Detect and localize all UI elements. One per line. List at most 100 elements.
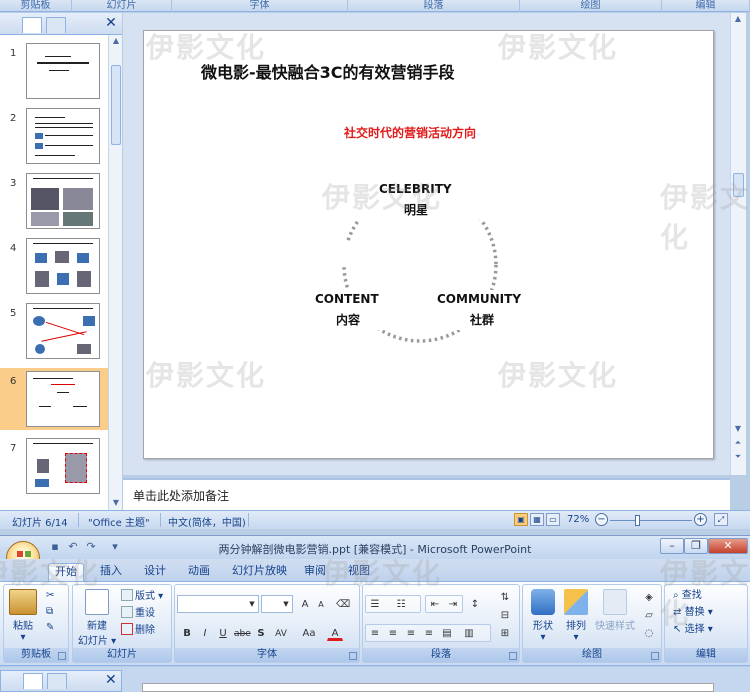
zoom-in-icon[interactable]: + bbox=[694, 513, 707, 526]
shrink-font-icon[interactable]: A bbox=[313, 596, 329, 612]
delete-slide-button[interactable]: 删除 bbox=[121, 623, 155, 637]
tab-outline-icon[interactable] bbox=[47, 673, 67, 689]
paste-button[interactable]: 粘贴 ▾ bbox=[8, 589, 38, 643]
tab-review[interactable]: 审阅 bbox=[298, 563, 332, 581]
font-name-combobox[interactable]: ▼ bbox=[177, 595, 259, 613]
restore-icon[interactable]: ❐ bbox=[684, 538, 708, 554]
quick-styles-button[interactable]: 快速样式 bbox=[593, 589, 637, 632]
scroll-down-icon[interactable]: ▼ bbox=[732, 423, 744, 435]
find-button[interactable]: ⌕ 查找 bbox=[673, 589, 702, 603]
next-slide-icon[interactable]: ⏷ bbox=[732, 451, 744, 463]
decrease-indent-icon[interactable]: ⇤ bbox=[427, 596, 443, 612]
replace-button[interactable]: ⇄ 替换 ▾ bbox=[673, 606, 713, 620]
tab-view[interactable]: 视图 bbox=[342, 563, 376, 581]
close-icon[interactable]: ✕ bbox=[105, 672, 117, 688]
justify-icon[interactable]: ≡ bbox=[421, 625, 437, 641]
slide-thumbnail-1[interactable]: 1 bbox=[0, 40, 108, 102]
char-spacing-icon[interactable]: AV bbox=[273, 625, 289, 641]
dialog-launcher-icon[interactable] bbox=[58, 652, 66, 660]
columns-icon[interactable]: ▥ bbox=[461, 625, 477, 641]
minimize-icon[interactable]: – bbox=[660, 538, 684, 554]
format-painter-icon[interactable]: ✎ bbox=[46, 621, 54, 635]
strikethrough-icon[interactable]: abe bbox=[233, 625, 251, 641]
dialog-launcher-icon[interactable] bbox=[509, 652, 517, 660]
slide-thumbnail-3[interactable]: 3 bbox=[0, 170, 108, 232]
slide-thumbnail-5[interactable]: 5 bbox=[0, 300, 108, 362]
tab-insert[interactable]: 插入 bbox=[94, 563, 128, 581]
zoom-slider[interactable] bbox=[610, 520, 692, 521]
font-size-combobox[interactable]: ▼ bbox=[261, 595, 293, 613]
align-left-icon[interactable]: ≡ bbox=[367, 625, 383, 641]
zoom-slider-thumb[interactable] bbox=[635, 515, 640, 526]
tab-design[interactable]: 设计 bbox=[138, 563, 172, 581]
change-case-icon[interactable]: Aa bbox=[301, 625, 317, 641]
theme-name[interactable]: "Office 主题" bbox=[88, 514, 150, 529]
community-label[interactable]: COMMUNITY bbox=[437, 292, 521, 306]
clear-format-icon[interactable]: ⌫ bbox=[335, 596, 351, 612]
copy-icon[interactable]: ⧉ bbox=[46, 605, 53, 619]
tab-slides-icon[interactable] bbox=[23, 673, 43, 689]
slide-thumbnail-6[interactable]: 6 bbox=[0, 368, 108, 430]
align-center-icon[interactable]: ≡ bbox=[385, 625, 401, 641]
shape-outline-icon[interactable]: ▱ bbox=[641, 607, 657, 623]
language-status[interactable]: 中文(简体，中国) bbox=[168, 514, 246, 529]
distributed-icon[interactable]: ▤ bbox=[439, 625, 455, 641]
close-icon[interactable]: ✕ bbox=[104, 15, 118, 31]
increase-indent-icon[interactable]: ⇥ bbox=[445, 596, 461, 612]
scroll-up-icon[interactable]: ▲ bbox=[110, 35, 122, 47]
shape-effects-icon[interactable]: ◌ bbox=[641, 625, 657, 641]
text-direction-icon[interactable]: ⇅ bbox=[497, 589, 513, 605]
slide-sorter-icon[interactable]: ▦ bbox=[530, 513, 544, 526]
new-slide-button[interactable]: 新建 幻灯片 ▾ bbox=[77, 589, 117, 647]
italic-icon[interactable]: I bbox=[197, 625, 213, 641]
grow-font-icon[interactable]: A bbox=[297, 596, 313, 612]
celebrity-label[interactable]: CELEBRITY bbox=[379, 182, 452, 196]
tab-slides-icon[interactable] bbox=[22, 17, 42, 33]
bullets-icon[interactable]: ☰ bbox=[367, 596, 383, 612]
slide-scrollbar[interactable]: ▲ ▼ ⏶ ⏷ bbox=[730, 13, 746, 475]
community-cn-label[interactable]: 社群 bbox=[470, 311, 494, 328]
tab-home[interactable]: 开始 bbox=[48, 563, 84, 581]
slide-thumbnail-7[interactable]: 7 bbox=[0, 435, 108, 497]
close-window-icon[interactable]: ✕ bbox=[708, 538, 748, 554]
dialog-launcher-icon[interactable] bbox=[349, 652, 357, 660]
slide-thumbnail-4[interactable]: 4 bbox=[0, 235, 108, 297]
scroll-thumb[interactable] bbox=[111, 65, 121, 145]
notes-pane[interactable]: 单击此处添加备注 bbox=[123, 478, 730, 510]
fit-to-window-icon[interactable]: ⤢ bbox=[714, 513, 728, 526]
zoom-level[interactable]: 72% bbox=[567, 514, 589, 525]
bold-icon[interactable]: B bbox=[179, 625, 195, 641]
scroll-thumb[interactable] bbox=[733, 173, 744, 197]
content-cn-label[interactable]: 内容 bbox=[336, 311, 360, 328]
celebrity-cn-label[interactable]: 明星 bbox=[404, 201, 428, 218]
align-right-icon[interactable]: ≡ bbox=[403, 625, 419, 641]
scroll-up-icon[interactable]: ▲ bbox=[732, 13, 744, 25]
tab-slideshow[interactable]: 幻灯片放映 bbox=[226, 563, 293, 581]
layout-button[interactable]: 版式 ▾ bbox=[121, 589, 163, 603]
reset-button[interactable]: 重设 bbox=[121, 606, 155, 620]
align-text-icon[interactable]: ⊟ bbox=[497, 607, 513, 623]
cut-icon[interactable]: ✂ bbox=[46, 589, 54, 603]
slide-thumbnail-2[interactable]: 2 bbox=[0, 105, 108, 167]
smartart-icon[interactable]: ⊞ bbox=[497, 625, 513, 641]
zoom-out-icon[interactable]: − bbox=[595, 513, 608, 526]
previous-slide-icon[interactable]: ⏶ bbox=[732, 437, 744, 449]
thumbnail-scrollbar[interactable]: ▲ ▼ bbox=[108, 35, 122, 510]
tab-outline-icon[interactable] bbox=[46, 17, 66, 33]
notes-placeholder[interactable]: 单击此处添加备注 bbox=[133, 487, 229, 504]
select-button[interactable]: ↖ 选择 ▾ bbox=[673, 623, 713, 637]
scroll-down-icon[interactable]: ▼ bbox=[110, 497, 122, 509]
tab-animations[interactable]: 动画 bbox=[182, 563, 216, 581]
line-spacing-icon[interactable]: ↕ bbox=[467, 596, 483, 612]
shapes-button[interactable]: 形状 ▾ bbox=[527, 589, 559, 643]
shadow-icon[interactable]: S bbox=[253, 625, 269, 641]
slideshow-icon[interactable]: ▭ bbox=[546, 513, 560, 526]
font-color-icon[interactable]: A bbox=[327, 625, 343, 641]
numbering-icon[interactable]: ☷ bbox=[393, 596, 409, 612]
dialog-launcher-icon[interactable] bbox=[651, 652, 659, 660]
content-label[interactable]: CONTENT bbox=[315, 292, 379, 306]
arrange-button[interactable]: 排列 ▾ bbox=[561, 589, 591, 643]
current-slide[interactable]: 微电影-最快融合3C的有效营销手段 社交时代的营销活动方向 CELEBRITY … bbox=[143, 30, 714, 459]
normal-view-icon[interactable]: ▣ bbox=[514, 513, 528, 526]
underline-icon[interactable]: U bbox=[215, 625, 231, 641]
